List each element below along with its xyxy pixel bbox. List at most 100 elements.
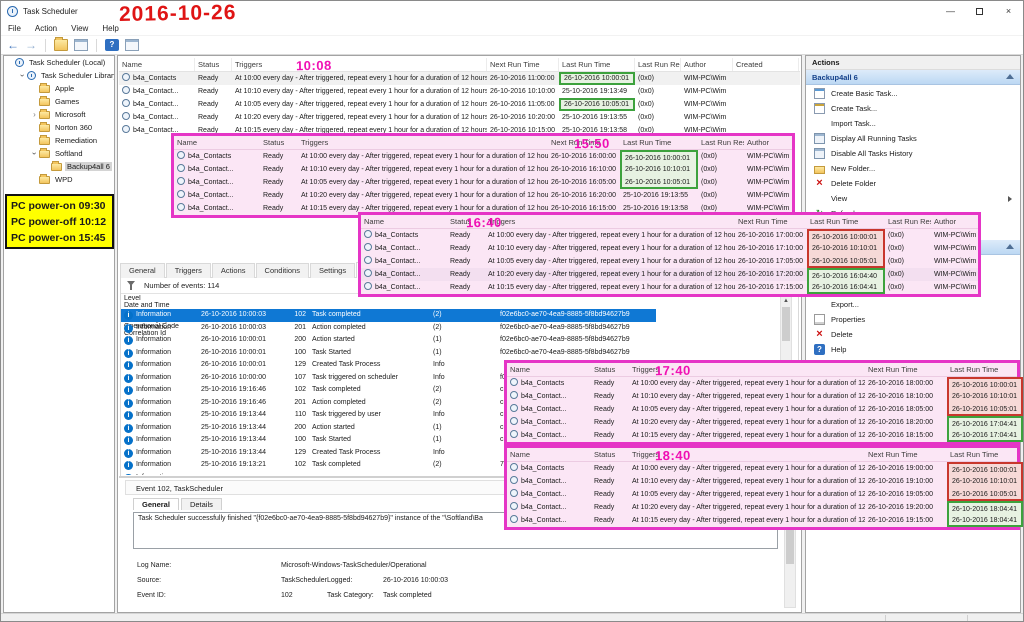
show-console-tree-icon[interactable] <box>54 39 68 51</box>
sidebar-item-remediation[interactable]: Remediation <box>4 134 114 147</box>
table-row[interactable]: b4a_Contact...ReadyAt 10:10 every day - … <box>507 390 1017 403</box>
column-header[interactable]: Name <box>507 363 591 376</box>
table-row[interactable]: iInformation26-10-2016 10:00:01200Action… <box>121 334 656 347</box>
table-row[interactable]: b4a_ContactsReadyAt 10:00 every day - Af… <box>361 229 978 242</box>
tab-actions[interactable]: Actions <box>212 263 255 278</box>
column-header[interactable]: Level <box>121 295 198 302</box>
menu-file[interactable]: File <box>1 24 28 33</box>
tab-conditions[interactable]: Conditions <box>256 263 309 278</box>
tab-general[interactable]: General <box>133 498 179 510</box>
sidebar-item-softland[interactable]: ›Softland <box>4 147 114 160</box>
sidebar-item-task-scheduler-local-[interactable]: Task Scheduler (Local) <box>4 56 114 69</box>
tab-settings[interactable]: Settings <box>310 263 355 278</box>
column-header[interactable]: Name <box>174 136 260 149</box>
column-header[interactable]: Name <box>119 58 195 71</box>
console-window-icon[interactable] <box>74 39 88 51</box>
table-row[interactable]: iInformation26-10-2016 10:00:01100Task S… <box>121 347 656 360</box>
column-header[interactable]: Last Run Result <box>698 136 744 149</box>
table-row[interactable]: b4a_Contact...ReadyAt 10:10 every day - … <box>361 242 978 255</box>
tab-general[interactable]: General <box>120 263 165 278</box>
tab-details[interactable]: Details <box>181 498 222 510</box>
forward-icon[interactable]: → <box>25 38 37 52</box>
action-delete-folder[interactable]: Delete Folder <box>806 176 1020 191</box>
action-create-task[interactable]: Create Task... <box>806 101 1020 116</box>
table-row[interactable]: b4a_ContactsReadyAt 10:00 every day - Af… <box>507 377 1017 390</box>
table-row[interactable]: b4a_Contact...ReadyAt 10:20 every day - … <box>361 268 978 281</box>
table-row[interactable]: b4a_Contact...ReadyAt 10:05 every day - … <box>507 488 1017 501</box>
table-row[interactable]: b4a_ContactsReadyAt 10:00 every day - Af… <box>174 150 792 163</box>
back-icon[interactable]: ← <box>7 38 19 52</box>
column-header[interactable]: Name <box>361 215 447 228</box>
action-export[interactable]: Export... <box>806 297 1020 312</box>
table-row[interactable]: b4a_Contact...ReadyAt 10:05 every day - … <box>119 98 800 111</box>
table-row[interactable]: b4a_Contact...ReadyAt 10:05 every day - … <box>174 176 792 189</box>
minimize-button[interactable]: — <box>936 1 965 21</box>
column-header[interactable]: Last Run Result <box>635 58 681 71</box>
action-import-task[interactable]: Import Task... <box>806 116 1020 131</box>
column-header[interactable]: Next Run Time <box>865 363 947 376</box>
collapse-icon[interactable] <box>1006 74 1014 79</box>
column-header[interactable]: Last Run Time <box>620 136 698 149</box>
table-row[interactable]: iInformation26-10-2016 10:00:03201Action… <box>121 322 656 335</box>
column-header[interactable]: Created <box>733 58 799 71</box>
tab-triggers[interactable]: Triggers <box>166 263 211 278</box>
table-row[interactable]: b4a_Contact...ReadyAt 10:15 every day - … <box>361 281 978 294</box>
action-view[interactable]: View <box>806 191 1020 206</box>
sidebar-item-norton-360[interactable]: Norton 360 <box>4 121 114 134</box>
table-row[interactable]: b4a_Contact...ReadyAt 10:20 every day - … <box>507 416 1017 429</box>
menu-help[interactable]: Help <box>95 24 125 33</box>
table-row[interactable]: b4a_Contact...ReadyAt 10:15 every day - … <box>507 514 1017 527</box>
action-create-basic-task[interactable]: Create Basic Task... <box>806 86 1020 101</box>
chevron-right-icon[interactable]: › <box>30 108 39 121</box>
column-header[interactable]: Date and Time <box>121 302 202 309</box>
column-header[interactable]: Triggers <box>232 58 487 71</box>
column-header[interactable]: Author <box>681 58 733 71</box>
column-header[interactable]: Last Run Result <box>885 215 931 228</box>
table-row[interactable]: b4a_Contact...ReadyAt 10:20 every day - … <box>119 111 800 124</box>
table-row[interactable]: b4a_Contact...ReadyAt 10:15 every day - … <box>507 429 1017 442</box>
close-button[interactable]: × <box>994 1 1023 21</box>
column-header[interactable]: Status <box>591 363 629 376</box>
table-row[interactable]: b4a_ContactsReadyAt 10:00 every day - Af… <box>507 462 1017 475</box>
help-icon[interactable]: ? <box>105 39 119 51</box>
maximize-button[interactable] <box>965 1 994 21</box>
column-header[interactable]: Last Run Time <box>807 215 885 228</box>
column-header[interactable]: Status <box>260 136 298 149</box>
column-header[interactable]: Next Run Time <box>487 58 559 71</box>
sidebar-item-apple[interactable]: Apple <box>4 82 114 95</box>
column-header[interactable]: Last Run Time <box>559 58 635 71</box>
table-row[interactable]: b4a_Contact...ReadyAt 10:10 every day - … <box>119 85 800 98</box>
table-row[interactable]: b4a_Contact...ReadyAt 10:20 every day - … <box>174 189 792 202</box>
actions-group-header-backup4all[interactable]: Backup4all 6 <box>806 70 1020 85</box>
table-row[interactable]: b4a_Contact...ReadyAt 10:10 every day - … <box>507 475 1017 488</box>
sidebar-item-games[interactable]: Games <box>4 95 114 108</box>
scrollbar-thumb[interactable] <box>786 524 794 564</box>
filter-funnel-icon[interactable] <box>127 281 136 290</box>
column-header[interactable]: Status <box>195 58 232 71</box>
action-help[interactable]: Help <box>806 342 1020 357</box>
action-delete[interactable]: Delete <box>806 327 1020 342</box>
sidebar-item-backup4all-6[interactable]: Backup4all 6 <box>4 160 114 173</box>
column-header[interactable]: Author <box>931 215 985 228</box>
sidebar-item-microsoft[interactable]: ›Microsoft <box>4 108 114 121</box>
column-header[interactable]: Last Run Time <box>947 363 1023 376</box>
table-row[interactable]: b4a_Contact...ReadyAt 10:20 every day - … <box>507 501 1017 514</box>
menu-action[interactable]: Action <box>28 24 64 33</box>
scroll-up-icon[interactable]: ▲ <box>781 296 791 306</box>
action-display-all-running-tasks[interactable]: Display All Running Tasks <box>806 131 1020 146</box>
action-new-folder[interactable]: New Folder... <box>806 161 1020 176</box>
column-header[interactable]: Triggers <box>485 215 735 228</box>
scrollbar-thumb[interactable] <box>782 307 790 341</box>
column-header[interactable]: Triggers <box>298 136 548 149</box>
table-row[interactable]: b4a_Contact...ReadyAt 10:05 every day - … <box>507 403 1017 416</box>
collapse-icon[interactable] <box>1006 244 1014 249</box>
table-row[interactable]: b4a_ContactsReadyAt 10:00 every day - Af… <box>119 72 800 85</box>
table-row[interactable]: b4a_Contact...ReadyAt 10:05 every day - … <box>361 255 978 268</box>
column-header[interactable]: Name <box>507 448 591 461</box>
column-header[interactable]: Status <box>591 448 629 461</box>
action-disable-all-tasks-history[interactable]: Disable All Tasks History <box>806 146 1020 161</box>
column-header[interactable]: Next Run Time <box>735 215 807 228</box>
table-row[interactable]: iInformation26-10-2016 10:00:03102Task c… <box>121 309 656 322</box>
table-row[interactable]: b4a_Contact...ReadyAt 10:10 every day - … <box>174 163 792 176</box>
action-properties[interactable]: Properties <box>806 312 1020 327</box>
